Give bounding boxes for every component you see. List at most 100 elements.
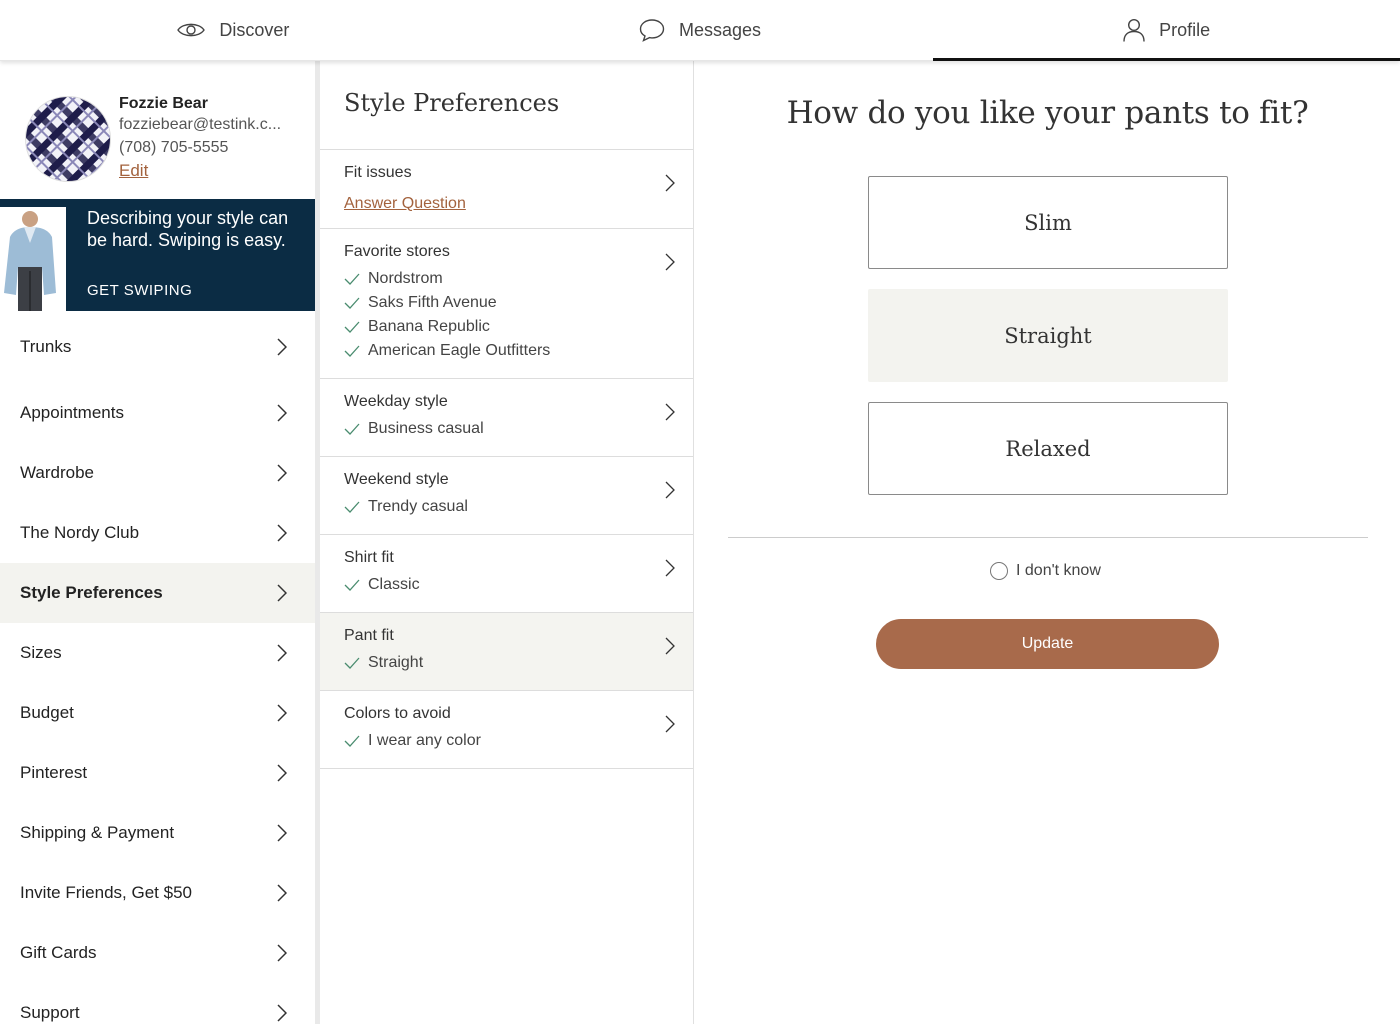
chevron-right-icon (665, 403, 675, 421)
chevron-right-icon (277, 764, 287, 782)
promo-text: Describing your style can be hard. Swipi… (87, 208, 289, 250)
update-button[interactable]: Update (876, 619, 1219, 669)
pref-value: I wear any color (344, 729, 669, 753)
checkmark-icon (344, 579, 360, 591)
option-straight[interactable]: Straight (868, 289, 1228, 382)
chevron-right-icon (665, 481, 675, 499)
dont-know-radio[interactable] (990, 562, 1008, 580)
checkmark-icon (344, 345, 360, 357)
pref-shirt-fit[interactable]: Shirt fit Classic (320, 535, 693, 613)
eye-icon (177, 23, 206, 37)
pref-pant-fit[interactable]: Pant fit Straight (320, 613, 693, 691)
sidebar-item-label: Support (20, 1003, 80, 1022)
chevron-right-icon (277, 944, 287, 962)
chevron-right-icon (277, 704, 287, 722)
left-sidebar: Fozzie Bear fozziebear@testink.c... (708… (0, 61, 315, 1024)
sidebar-item-label: Shipping & Payment (20, 823, 175, 842)
checkmark-icon (344, 501, 360, 513)
sidebar-item-invite-friends[interactable]: Invite Friends, Get $50 (0, 863, 315, 923)
sidebar-item-label: Invite Friends, Get $50 (20, 883, 192, 902)
pref-value: Banana Republic (344, 315, 669, 339)
pref-value: Trendy casual (344, 495, 669, 519)
checkmark-icon (344, 321, 360, 333)
sidebar-item-label: Appointments (20, 403, 124, 422)
pant-fit-question-panel: How do you like your pants to fit? Slim … (695, 61, 1400, 1024)
pref-value: Classic (344, 573, 669, 597)
pref-title: Colors to avoid (344, 705, 451, 722)
tab-messages-label: Messages (678, 19, 762, 40)
chevron-right-icon (665, 637, 675, 655)
pref-value: Saks Fifth Avenue (344, 291, 669, 315)
get-swiping-button[interactable]: GET SWIPING (87, 282, 192, 299)
profile-name: Fozzie Bear (119, 95, 208, 112)
panel-title: Style Preferences (320, 61, 693, 150)
sidebar-item-trunks[interactable]: Trunks (0, 311, 315, 383)
pref-colors-to-avoid[interactable]: Colors to avoid I wear any color (320, 691, 693, 769)
person-icon (1123, 18, 1145, 42)
pref-title: Pant fit (344, 627, 394, 644)
sidebar-item-pinterest[interactable]: Pinterest (0, 743, 315, 803)
checkmark-icon (344, 273, 360, 285)
pref-fit-issues[interactable]: Fit issues Answer Question (320, 150, 693, 229)
swipe-promo-banner[interactable]: Describing your style can be hard. Swipi… (0, 199, 315, 311)
chevron-right-icon (665, 174, 675, 192)
chevron-right-icon (665, 559, 675, 577)
sidebar-item-support[interactable]: Support (0, 983, 315, 1024)
chevron-right-icon (277, 884, 287, 902)
dont-know-option[interactable]: I don't know (990, 562, 1101, 580)
checkmark-icon (344, 657, 360, 669)
sidebar-item-gift-cards[interactable]: Gift Cards (0, 923, 315, 983)
pref-favorite-stores[interactable]: Favorite stores Nordstrom Saks Fifth Ave… (320, 229, 693, 379)
profile-phone: (708) 705-5555 (119, 139, 229, 156)
sidebar-item-label: Sizes (20, 643, 62, 662)
pref-value: Straight (344, 651, 669, 675)
sidebar-item-label: Gift Cards (20, 943, 97, 962)
pref-weekday-style[interactable]: Weekday style Business casual (320, 379, 693, 457)
sidebar-item-label: Budget (20, 703, 74, 722)
sidebar-item-style-preferences[interactable]: Style Preferences (0, 563, 315, 623)
top-navigation: Discover Messages Profile (0, 0, 1400, 61)
divider (728, 537, 1368, 538)
answer-question-link[interactable]: Answer Question (344, 195, 466, 213)
sidebar-item-wardrobe[interactable]: Wardrobe (0, 443, 315, 503)
chevron-right-icon (277, 1004, 287, 1022)
sidebar-item-label: The Nordy Club (20, 523, 140, 542)
chevron-right-icon (665, 253, 675, 271)
pref-value: Nordstrom (344, 267, 669, 291)
option-slim[interactable]: Slim (868, 176, 1228, 269)
style-preferences-panel: Style Preferences Fit issues Answer Ques… (320, 61, 694, 1024)
chevron-right-icon (277, 338, 287, 356)
chat-bubble-icon (639, 19, 665, 42)
sidebar-item-label: Wardrobe (20, 463, 95, 482)
pref-value: American Eagle Outfitters (344, 339, 669, 363)
option-relaxed[interactable]: Relaxed (868, 402, 1228, 495)
checkmark-icon (344, 423, 360, 435)
sidebar-item-label: Pinterest (20, 763, 88, 782)
chevron-right-icon (277, 584, 287, 602)
checkmark-icon (344, 735, 360, 747)
profile-email: fozziebear@testink.c... (119, 116, 282, 133)
sidebar-item-nordy-club[interactable]: The Nordy Club (0, 503, 315, 563)
dont-know-label: I don't know (1016, 562, 1101, 579)
tab-discover-label: Discover (219, 19, 290, 40)
chevron-right-icon (665, 715, 675, 733)
chevron-right-icon (277, 644, 287, 662)
checkmark-icon (344, 297, 360, 309)
chevron-right-icon (277, 464, 287, 482)
pref-title: Fit issues (344, 164, 412, 181)
tab-messages[interactable]: Messages (467, 0, 934, 60)
tab-profile[interactable]: Profile (933, 0, 1400, 61)
tab-profile-label: Profile (1159, 19, 1211, 40)
sidebar-item-sizes[interactable]: Sizes (0, 623, 315, 683)
edit-profile-link[interactable]: Edit (119, 161, 148, 181)
promo-model-image (0, 207, 66, 311)
pref-title: Shirt fit (344, 549, 394, 566)
tab-discover[interactable]: Discover (0, 0, 467, 60)
sidebar-item-shipping-payment[interactable]: Shipping & Payment (0, 803, 315, 863)
pref-weekend-style[interactable]: Weekend style Trendy casual (320, 457, 693, 535)
chevron-right-icon (277, 524, 287, 542)
sidebar-item-appointments[interactable]: Appointments (0, 383, 315, 443)
question-title: How do you like your pants to fit? (786, 95, 1309, 131)
sidebar-item-budget[interactable]: Budget (0, 683, 315, 743)
sidebar-item-label: Style Preferences (20, 583, 163, 602)
